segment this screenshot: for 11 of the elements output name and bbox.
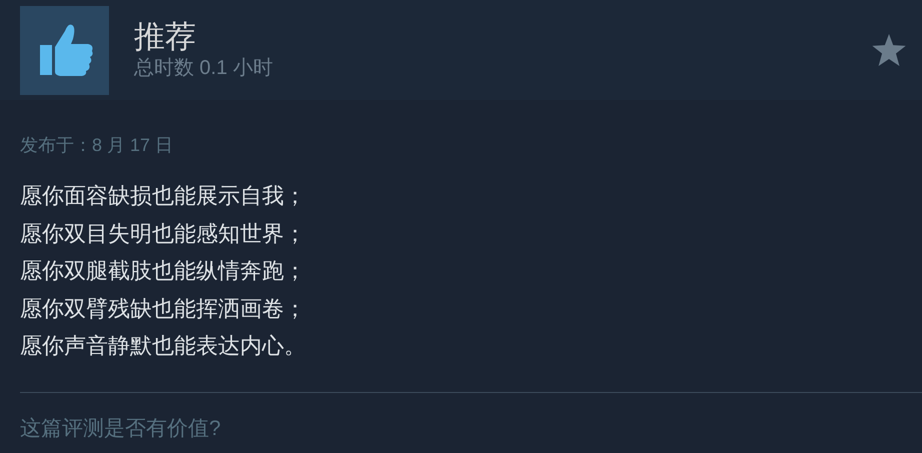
- review-line: 愿你面容缺损也能展示自我；: [20, 182, 307, 210]
- review-line: 愿你双臂残缺也能挥洒画卷；: [20, 294, 307, 322]
- posted-date: 发布于：8 月 17 日: [20, 134, 174, 157]
- review-line: 愿你双目失明也能感知世界；: [20, 220, 307, 248]
- star-icon[interactable]: [872, 34, 906, 66]
- review-title: 推荐: [134, 19, 197, 55]
- playtime-text: 总时数 0.1 小时: [134, 56, 274, 81]
- review-line: 愿你声音静默也能表达内心。: [20, 332, 307, 360]
- thumbs-up-icon: [20, 6, 109, 94]
- review-line: 愿你双腿截肢也能纵情奔跑；: [20, 257, 307, 285]
- helpful-prompt: 这篇评测是否有价值?: [20, 416, 222, 442]
